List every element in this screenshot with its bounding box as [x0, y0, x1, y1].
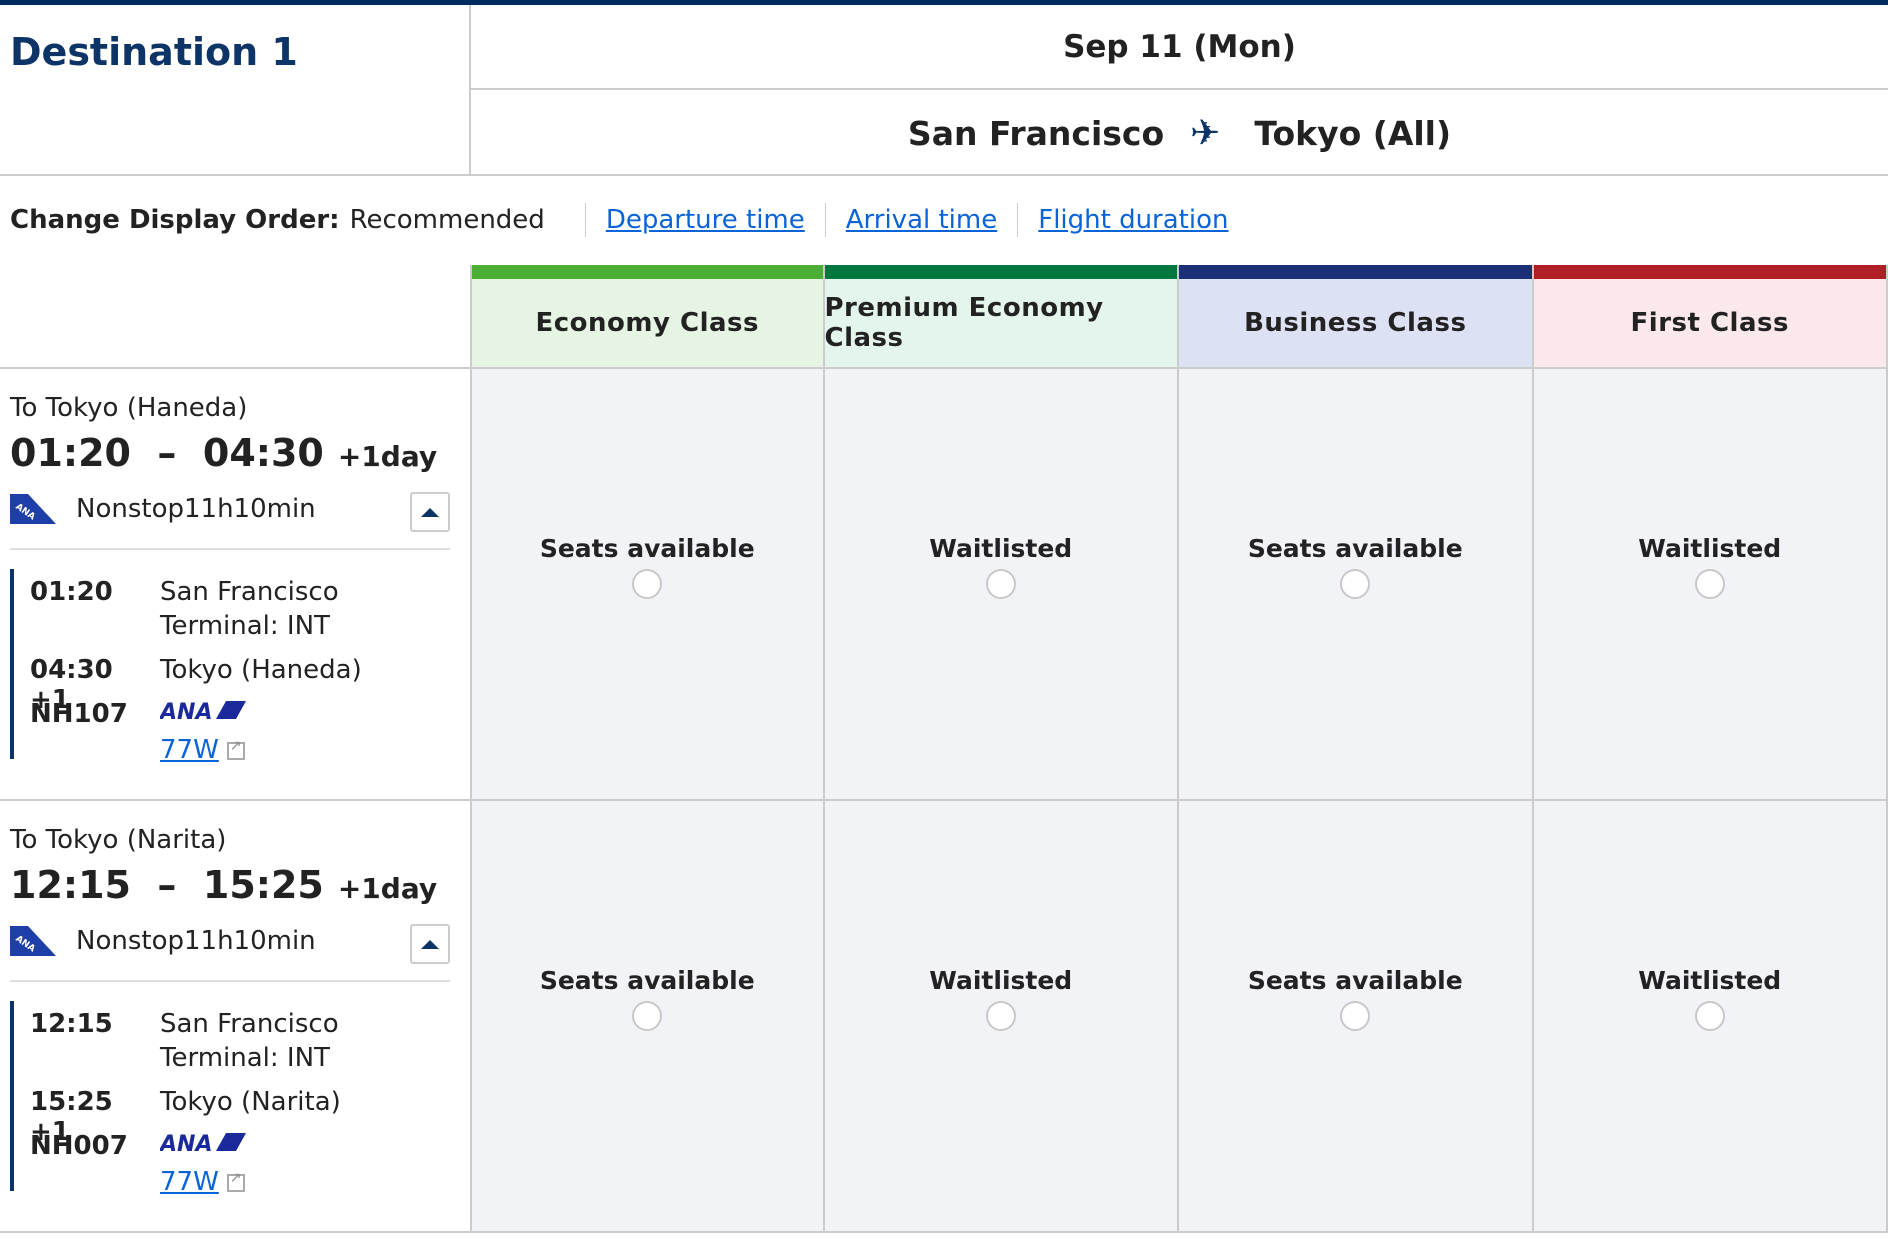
select-fare-radio[interactable] — [632, 569, 663, 599]
flight-times: 12:15 – 15:25 +1day — [10, 863, 437, 907]
fare-cell-business: Seats available — [1179, 369, 1534, 801]
class-color-bar — [1533, 265, 1886, 279]
flight-number: NH007 — [30, 1131, 128, 1161]
class-label: Premium Economy Class — [824, 279, 1177, 367]
departure-airport: San Francisco — [160, 1009, 339, 1039]
class-color-bar — [472, 265, 823, 279]
chevron-up-icon — [421, 507, 439, 517]
availability-status: Waitlisted — [929, 534, 1073, 563]
svg-text:ANA: ANA — [160, 700, 212, 721]
flight-destination: To Tokyo (Haneda) — [10, 393, 248, 423]
class-header-first: First Class — [1533, 265, 1888, 369]
fare-cell-premium-economy: Waitlisted — [824, 801, 1179, 1233]
nonstop-info: ANA Nonstop11h10min — [10, 926, 316, 956]
select-fare-radio[interactable] — [632, 1001, 663, 1031]
departure-time: 12:15 — [30, 1009, 113, 1039]
ana-logo-icon: ANA — [160, 1132, 246, 1153]
select-fare-radio[interactable] — [1340, 569, 1371, 599]
availability-status: Waitlisted — [929, 966, 1073, 995]
ana-logo-icon: ANA — [160, 700, 246, 721]
plus-day: +1day — [337, 440, 438, 473]
sort-flight-duration-link[interactable]: Flight duration — [1038, 205, 1228, 235]
aircraft-type-link[interactable]: 77W — [160, 1167, 219, 1197]
flight-times: 01:20 – 04:30 +1day — [10, 431, 437, 475]
aircraft-type-link[interactable]: 77W — [160, 735, 219, 765]
availability-status: Seats available — [1247, 534, 1463, 563]
svg-text:ANA: ANA — [160, 1132, 212, 1153]
departure-time: 01:20 — [30, 577, 113, 607]
sort-current: Recommended — [349, 205, 545, 235]
flight-number: NH107 — [30, 699, 128, 729]
class-header-premium-economy: Premium Economy Class — [824, 265, 1179, 369]
sort-label: Change Display Order: — [10, 205, 340, 235]
page-title: Destination 1 — [10, 30, 298, 74]
collapse-details-button[interactable] — [410, 924, 450, 964]
nonstop-duration: Nonstop11h10min — [76, 926, 316, 956]
plus-day: +1day — [337, 872, 438, 905]
collapse-details-button[interactable] — [410, 492, 450, 532]
flight-info: To Tokyo (Haneda) 01:20 – 04:30 +1day ANA… — [0, 369, 470, 801]
sort-departure-time-link[interactable]: Departure time — [606, 205, 805, 235]
fare-cells: Seats available Waitlisted Seats availab… — [470, 801, 1888, 1233]
class-header-business: Business Class — [1179, 265, 1534, 369]
class-label: First Class — [1533, 279, 1886, 367]
header-divider — [0, 174, 1888, 176]
external-link-icon — [226, 738, 245, 760]
sort-arrival-time-link[interactable]: Arrival time — [846, 205, 997, 235]
terminal: Terminal: INT — [160, 611, 330, 641]
time-range: 01:20 – 04:30 — [10, 431, 324, 475]
fare-cell-first: Waitlisted — [1533, 369, 1888, 801]
availability-status: Seats available — [539, 534, 755, 563]
terminal: Terminal: INT — [160, 1043, 330, 1073]
divider — [1017, 203, 1019, 237]
select-fare-radio[interactable] — [1694, 1001, 1725, 1031]
origin-city: San Francisco — [907, 113, 1165, 153]
availability-status: Waitlisted — [1638, 966, 1782, 995]
select-fare-radio[interactable] — [985, 1001, 1016, 1031]
flight-destination: To Tokyo (Narita) — [10, 825, 227, 855]
divider — [10, 980, 450, 982]
fare-cell-premium-economy: Waitlisted — [824, 369, 1179, 801]
nonstop-info: ANA Nonstop11h10min — [10, 494, 316, 524]
segment-details: 12:15 San Francisco Terminal: INT 15:25 +… — [10, 1001, 450, 1197]
fare-cell-economy: Seats available — [470, 369, 825, 801]
flight-row: To Tokyo (Haneda) 01:20 – 04:30 +1day ANA… — [0, 369, 1888, 801]
airplane-icon: ✈ — [1190, 112, 1221, 154]
row-divider — [0, 1231, 470, 1233]
class-label: Business Class — [1179, 279, 1532, 367]
nonstop-duration: Nonstop11h10min — [76, 494, 316, 524]
fare-cell-economy: Seats available — [470, 801, 825, 1233]
class-color-bar — [1179, 265, 1532, 279]
availability-status: Waitlisted — [1638, 534, 1782, 563]
select-fare-radio[interactable] — [1694, 569, 1725, 599]
class-header-economy: Economy Class — [470, 265, 825, 369]
divider — [584, 203, 586, 237]
fare-cells: Seats available Waitlisted Seats availab… — [470, 369, 1888, 801]
divider — [10, 548, 450, 550]
flight-row: To Tokyo (Narita) 12:15 – 15:25 +1day ANA… — [0, 801, 1888, 1233]
fare-cell-first: Waitlisted — [1533, 801, 1888, 1233]
time-range: 12:15 – 15:25 — [10, 863, 324, 907]
date-route-header: Sep 11 (Mon) San Francisco ✈ Tokyo (All) — [469, 5, 1888, 176]
availability-status: Seats available — [539, 966, 755, 995]
segment-details: 01:20 San Francisco Terminal: INT 04:30 +… — [10, 569, 450, 765]
select-fare-radio[interactable] — [985, 569, 1016, 599]
sort-bar: Change Display Order: Recommended Depart… — [10, 200, 1229, 240]
destination-city: Tokyo (All) — [1254, 113, 1452, 153]
departure-airport: San Francisco — [160, 577, 339, 607]
divider — [824, 203, 826, 237]
ana-tail-icon: ANA — [10, 926, 56, 956]
flight-info: To Tokyo (Narita) 12:15 – 15:25 +1day ANA… — [0, 801, 470, 1233]
select-fare-radio[interactable] — [1340, 1001, 1371, 1031]
cabin-class-header: Economy Class Premium Economy Class Busi… — [470, 265, 1888, 369]
availability-status: Seats available — [1247, 966, 1463, 995]
fare-cell-business: Seats available — [1179, 801, 1534, 1233]
class-color-bar — [824, 265, 1177, 279]
route: San Francisco ✈ Tokyo (All) — [471, 90, 1888, 176]
chevron-up-icon — [421, 939, 439, 949]
ana-tail-icon: ANA — [10, 494, 56, 524]
class-label: Economy Class — [472, 279, 823, 367]
external-link-icon — [226, 1170, 245, 1192]
flight-date: Sep 11 (Mon) — [471, 5, 1888, 90]
